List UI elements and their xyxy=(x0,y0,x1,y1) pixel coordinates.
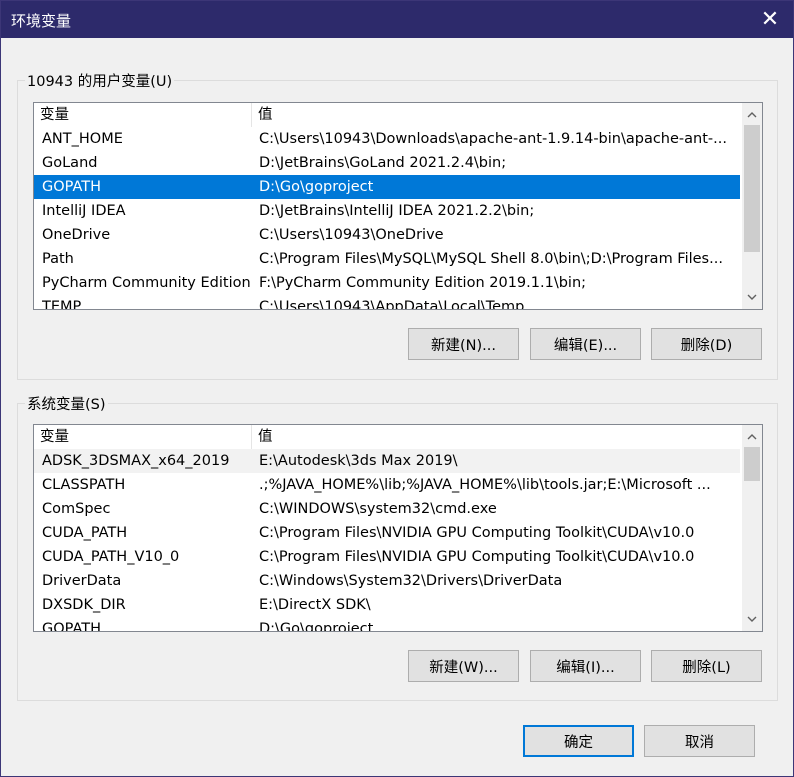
system-delete-button[interactable]: 删除(L) xyxy=(651,650,762,682)
system-new-button-label: 新建(W)... xyxy=(429,659,498,676)
scrollbar-thumb[interactable] xyxy=(744,447,760,481)
chevron-down-icon[interactable] xyxy=(742,287,762,307)
column-header-name[interactable]: 变量 xyxy=(34,425,252,449)
user-variables-list[interactable]: 变量 值 ANT_HOME C:\Users\10943\Downloads\ap… xyxy=(33,102,763,310)
title-bar[interactable]: 环境变量 ✕ xyxy=(1,1,793,38)
system-variables-label: 系统变量(S) xyxy=(25,393,108,414)
variable-name: Path xyxy=(42,251,74,267)
variable-name: OneDrive xyxy=(42,227,111,243)
list-item[interactable]: ComSpec C:\WINDOWS\system32\cmd.exe xyxy=(34,497,740,521)
list-item[interactable]: Path C:\Program Files\MySQL\MySQL Shell 8… xyxy=(34,247,740,271)
cancel-button[interactable]: 取消 xyxy=(644,725,755,757)
variable-value: C:\Program Files\NVIDIA GPU Computing To… xyxy=(259,549,695,565)
variable-value: C:\Users\10943\OneDrive xyxy=(259,227,444,243)
variable-name: CUDA_PATH_V10_0 xyxy=(42,549,180,565)
list-item[interactable]: CUDA_PATH C:\Program Files\NVIDIA GPU Com… xyxy=(34,521,740,545)
system-edit-button[interactable]: 编辑(I)... xyxy=(530,650,641,682)
variable-name: CLASSPATH xyxy=(42,477,126,493)
user-delete-button[interactable]: 删除(D) xyxy=(651,328,762,360)
variable-name: ComSpec xyxy=(42,501,111,517)
variable-name: PyCharm Community Edition xyxy=(42,275,251,291)
variable-name: TEMP xyxy=(42,299,82,310)
close-icon[interactable]: ✕ xyxy=(747,1,793,38)
variable-value: D:\JetBrains\GoLand 2021.2.4\bin; xyxy=(259,155,507,171)
variable-name: CUDA_PATH xyxy=(42,525,128,541)
variable-name: GOPATH xyxy=(42,621,102,632)
list-item[interactable]: GOPATH D:\Go\goproject xyxy=(34,175,740,199)
variable-name: GoLand xyxy=(42,155,98,171)
ok-button-label: 确定 xyxy=(564,734,593,751)
column-header-name[interactable]: 变量 xyxy=(34,103,252,127)
user-new-button[interactable]: 新建(N)... xyxy=(408,328,519,360)
variable-name: GOPATH xyxy=(42,179,102,195)
system-edit-button-label: 编辑(I)... xyxy=(556,659,615,676)
list-item[interactable]: TEMP C:\Users\10943\AppData\Local\Temp xyxy=(34,295,740,310)
variable-name: ANT_HOME xyxy=(42,131,123,147)
variable-value: E:\DirectX SDK\ xyxy=(259,597,371,613)
list-header: 变量 值 xyxy=(34,425,762,449)
variable-name: ADSK_3DSMAX_x64_2019 xyxy=(42,453,230,469)
scrollbar-thumb[interactable] xyxy=(744,125,760,252)
variable-name: IntelliJ IDEA xyxy=(42,203,126,219)
system-list-scrollbar[interactable] xyxy=(742,425,762,631)
variable-value: E:\Autodesk\3ds Max 2019\ xyxy=(259,453,458,469)
variable-name: DXSDK_DIR xyxy=(42,597,126,613)
list-item[interactable]: CUDA_PATH_V10_0 C:\Program Files\NVIDIA G… xyxy=(34,545,740,569)
variable-name: DriverData xyxy=(42,573,122,589)
user-new-button-label: 新建(N)... xyxy=(431,337,496,354)
list-item[interactable]: GOPATH D:\Go\goproject xyxy=(34,617,740,632)
system-delete-button-label: 删除(L) xyxy=(682,659,731,676)
list-item[interactable]: IntelliJ IDEA D:\JetBrains\IntelliJ IDEA … xyxy=(34,199,740,223)
variable-value: D:\Go\goproject xyxy=(259,179,374,195)
list-item[interactable]: OneDrive C:\Users\10943\OneDrive xyxy=(34,223,740,247)
window-title: 环境变量 xyxy=(11,12,72,30)
user-list-scrollbar[interactable] xyxy=(742,103,762,309)
column-header-value[interactable]: 值 xyxy=(252,103,742,127)
variable-value: C:\Windows\System32\Drivers\DriverData xyxy=(259,573,563,589)
system-variables-rows: ADSK_3DSMAX_x64_2019 E:\Autodesk\3ds Max … xyxy=(34,449,740,632)
variable-value: C:\WINDOWS\system32\cmd.exe xyxy=(259,501,497,517)
user-edit-button-label: 编辑(E)... xyxy=(553,337,618,354)
cancel-button-label: 取消 xyxy=(685,734,714,751)
chevron-up-icon[interactable] xyxy=(742,427,762,447)
system-variables-list[interactable]: 变量 值 ADSK_3DSMAX_x64_2019 E:\Autodesk\3ds… xyxy=(33,424,763,632)
user-edit-button[interactable]: 编辑(E)... xyxy=(530,328,641,360)
variable-value: .;%JAVA_HOME%\lib;%JAVA_HOME%\lib\tools.… xyxy=(259,477,711,493)
column-header-value[interactable]: 值 xyxy=(252,425,742,449)
list-item[interactable]: ANT_HOME C:\Users\10943\Downloads\apache-… xyxy=(34,127,740,151)
variable-value: C:\Users\10943\AppData\Local\Temp xyxy=(259,299,525,310)
chevron-up-icon[interactable] xyxy=(742,105,762,125)
environment-variables-dialog: 环境变量 ✕ 10943 的用户变量(U) 变量 值 ANT_HOME C:\Us… xyxy=(0,0,794,777)
list-item[interactable]: ADSK_3DSMAX_x64_2019 E:\Autodesk\3ds Max … xyxy=(34,449,740,473)
variable-value: C:\Program Files\MySQL\MySQL Shell 8.0\b… xyxy=(259,251,723,267)
list-item[interactable]: GoLand D:\JetBrains\GoLand 2021.2.4\bin; xyxy=(34,151,740,175)
user-variables-rows: ANT_HOME C:\Users\10943\Downloads\apache-… xyxy=(34,127,740,310)
system-new-button[interactable]: 新建(W)... xyxy=(408,650,519,682)
variable-value: D:\JetBrains\IntelliJ IDEA 2021.2.2\bin; xyxy=(259,203,535,219)
ok-button[interactable]: 确定 xyxy=(523,725,634,757)
list-item[interactable]: DriverData C:\Windows\System32\Drivers\Dr… xyxy=(34,569,740,593)
variable-value: F:\PyCharm Community Edition 2019.1.1\bi… xyxy=(259,275,587,291)
variable-value: C:\Program Files\NVIDIA GPU Computing To… xyxy=(259,525,695,541)
list-item[interactable]: DXSDK_DIR E:\DirectX SDK\ xyxy=(34,593,740,617)
list-header: 变量 值 xyxy=(34,103,762,127)
user-variables-label: 10943 的用户变量(U) xyxy=(25,70,175,91)
list-item[interactable]: PyCharm Community Edition F:\PyCharm Comm… xyxy=(34,271,740,295)
chevron-down-icon[interactable] xyxy=(742,609,762,629)
variable-value: D:\Go\goproject xyxy=(259,621,374,632)
variable-value: C:\Users\10943\Downloads\apache-ant-1.9.… xyxy=(259,131,727,147)
user-delete-button-label: 删除(D) xyxy=(680,337,733,354)
list-item[interactable]: CLASSPATH .;%JAVA_HOME%\lib;%JAVA_HOME%\l… xyxy=(34,473,740,497)
